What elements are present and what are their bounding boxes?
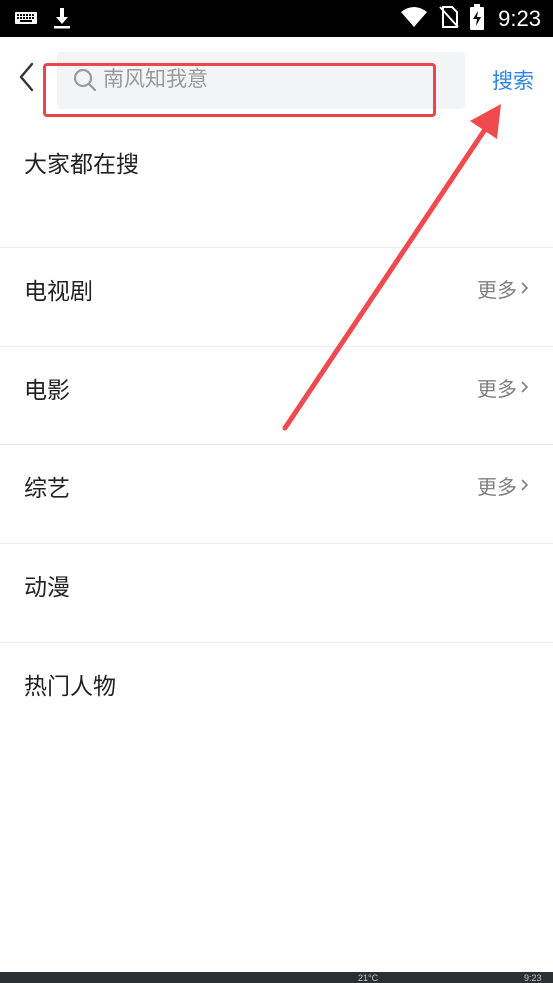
status-bar: 9:23 xyxy=(0,0,553,37)
taskbar-time: 9:23 xyxy=(524,973,542,983)
more-label: 更多 xyxy=(477,475,517,499)
search-input[interactable] xyxy=(103,61,443,97)
section-variety: 综艺 更多 xyxy=(0,444,553,543)
search-icon xyxy=(73,68,97,92)
search-box[interactable] xyxy=(57,52,465,109)
more-button[interactable]: 更多 xyxy=(477,373,529,402)
battery-charging-icon xyxy=(470,3,485,34)
more-label: 更多 xyxy=(477,278,517,302)
page: 9:23 搜索 大家都在搜 电视剧 更多 xyxy=(0,0,553,983)
search-button[interactable]: 搜索 xyxy=(492,65,534,95)
bottom-taskbar: 21°C 9:23 xyxy=(0,972,553,983)
wifi-icon xyxy=(400,6,428,32)
hot-search-title: 大家都在搜 xyxy=(24,152,139,178)
section-anime: 动漫 xyxy=(0,543,553,642)
search-header: 搜索 xyxy=(0,37,553,123)
back-button[interactable] xyxy=(10,59,44,99)
chevron-right-icon xyxy=(519,376,529,400)
download-icon xyxy=(52,6,72,34)
more-button[interactable]: 更多 xyxy=(477,274,529,303)
more-button[interactable]: 更多 xyxy=(477,471,529,500)
section-title: 热门人物 xyxy=(24,674,116,700)
weather-label: 21°C xyxy=(358,973,379,983)
chevron-left-icon xyxy=(17,61,37,97)
status-time: 9:23 xyxy=(498,5,541,31)
section-title: 电影 xyxy=(24,378,70,404)
section-hot-people: 热门人物 xyxy=(0,642,553,741)
keyboard-icon xyxy=(14,9,38,31)
more-label: 更多 xyxy=(477,377,517,401)
section-tv-series: 电视剧 更多 xyxy=(0,247,553,346)
section-movie: 电影 更多 xyxy=(0,346,553,445)
section-title: 电视剧 xyxy=(24,279,93,305)
chevron-right-icon xyxy=(519,474,529,498)
section-title: 综艺 xyxy=(24,476,70,502)
section-title: 动漫 xyxy=(24,575,70,601)
chevron-right-icon xyxy=(519,277,529,301)
no-sim-icon xyxy=(438,5,460,33)
